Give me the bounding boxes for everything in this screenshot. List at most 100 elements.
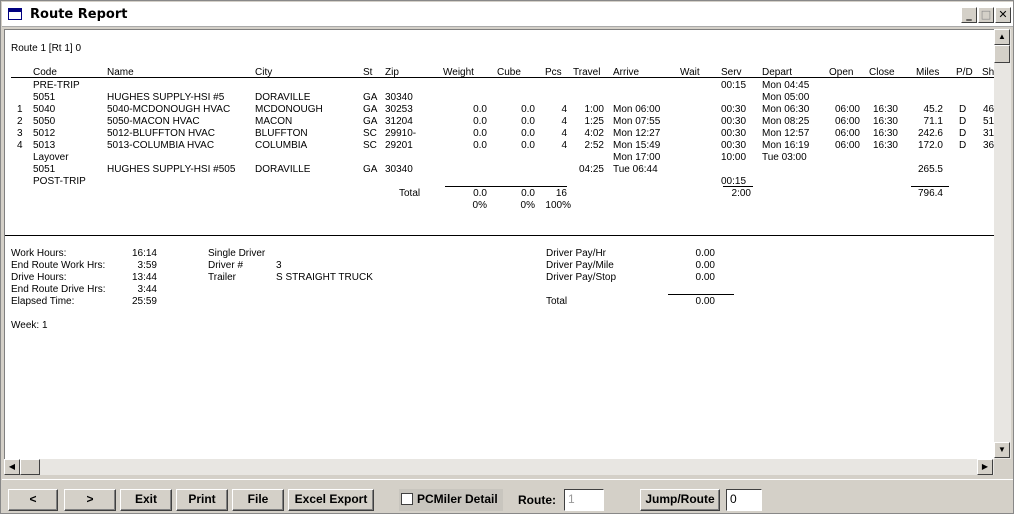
cell-city: DORAVILLE [255, 92, 311, 103]
cell-arrive: Mon 07:55 [613, 116, 661, 127]
maximize-button[interactable]: □ [978, 7, 994, 23]
summary-label: End Route Work Hrs: [11, 260, 106, 271]
route-report-window: Route Report _ □ ✕ Route 1 [Rt 1] 0 Code… [0, 0, 1014, 514]
window-icon [8, 8, 22, 20]
row-stop-number: 2 [17, 116, 23, 127]
next-button[interactable]: > [64, 489, 116, 511]
cell-cube: 0.0 [521, 128, 535, 139]
cell-sh: 31 [983, 128, 994, 139]
cell-serv: 10:00 [721, 152, 747, 163]
cell-code: Layover [33, 152, 69, 163]
cell-depart: Tue 03:00 [762, 152, 807, 163]
cell-city: BLUFFTON [255, 128, 308, 139]
cell-arrive: Tue 06:44 [613, 164, 658, 175]
trailer-value: S STRAIGHT TRUCK [276, 272, 373, 283]
horizontal-scroll-thumb[interactable] [20, 459, 40, 475]
pay-value: 0.00 [695, 272, 715, 283]
cell-weight: 0.0 [473, 140, 487, 151]
cell-city: COLUMBIA [255, 140, 308, 151]
cell-name: 5050-MACON HVAC [107, 116, 200, 127]
driver-number-label: Driver # [208, 260, 244, 271]
totals-line-serv [723, 186, 753, 187]
cell-depart: Mon 16:19 [762, 140, 810, 151]
cell-sh: 36 [983, 140, 994, 151]
pcmiler-detail-checkbox[interactable] [401, 493, 413, 505]
row-stop-number: 1 [17, 104, 23, 115]
route-label: Route: [518, 493, 556, 507]
summary-label: End Route Drive Hrs: [11, 284, 106, 295]
jump-route-input[interactable]: 0 [726, 489, 762, 511]
cell-city: MCDONOUGH [255, 104, 323, 115]
exit-button[interactable]: Exit [120, 489, 172, 511]
pay-value: 0.00 [695, 260, 715, 271]
cell-code: 5040 [33, 104, 56, 115]
cell-travel: 2:52 [584, 140, 604, 151]
cell-close: 16:30 [872, 140, 898, 151]
cell-pcs: 4 [561, 128, 567, 139]
cell-name: HUGHES SUPPLY-HSI #505 [107, 164, 236, 175]
excel-export-button[interactable]: Excel Export [288, 489, 374, 511]
cell-depart: Mon 05:00 [762, 92, 810, 103]
cell-travel: 1:25 [584, 116, 604, 127]
cell-name: HUGHES SUPPLY-HSI #5 [107, 92, 225, 103]
summary-value: 25:59 [131, 296, 157, 307]
pay-total-label: Total [546, 296, 568, 307]
cell-code: 5051 [33, 92, 56, 103]
scroll-up-icon[interactable]: ▲ [994, 29, 1010, 45]
percent-cube: 0% [520, 200, 535, 211]
close-button[interactable]: ✕ [995, 7, 1011, 23]
cell-st: GA [363, 104, 378, 115]
cell-code: POST-TRIP [33, 176, 86, 187]
cell-depart: Mon 04:45 [762, 80, 810, 91]
cell-st: GA [363, 116, 378, 127]
scroll-left-icon[interactable]: ◀ [4, 459, 20, 475]
cell-depart: Mon 08:25 [762, 116, 810, 127]
cell-arrive: Mon 12:27 [613, 128, 661, 139]
cell-miles: 242.6 [917, 128, 943, 139]
cell-zip: 30253 [385, 104, 413, 115]
cell-code: PRE-TRIP [33, 80, 80, 91]
cell-zip: 31204 [385, 116, 413, 127]
cell-travel: 04:25 [578, 164, 604, 175]
print-button[interactable]: Print [176, 489, 228, 511]
title-bar: Route Report _ □ ✕ [2, 2, 1013, 27]
minimize-button[interactable]: _ [961, 7, 977, 23]
vertical-scroll-thumb[interactable] [994, 45, 1010, 63]
cell-name: 5013-COLUMBIA HVAC [107, 140, 215, 151]
scroll-down-icon[interactable]: ▼ [994, 442, 1010, 458]
cell-code: 5050 [33, 116, 56, 127]
vertical-scrollbar[interactable]: ▲ ▼ [994, 29, 1011, 459]
cell-pd: D [959, 140, 967, 151]
prev-button[interactable]: < [8, 489, 58, 511]
totals-label: Total [399, 188, 421, 199]
cell-weight: 0.0 [473, 128, 487, 139]
scroll-right-icon[interactable]: ▶ [977, 459, 993, 475]
cell-close: 16:30 [872, 116, 898, 127]
jump-route-button[interactable]: Jump/Route [640, 489, 720, 511]
cell-pd: D [959, 116, 967, 127]
route-title: Route 1 [Rt 1] 0 [11, 43, 82, 54]
horizontal-scrollbar[interactable]: ◀ ▶ [4, 459, 994, 475]
cell-depart: Mon 12:57 [762, 128, 810, 139]
header-underline [11, 77, 994, 78]
cell-code: 5012 [33, 128, 56, 139]
row-stop-number: 4 [17, 140, 23, 151]
row-stop-number: 3 [17, 128, 23, 139]
percent-weight: 0% [472, 200, 487, 211]
file-button[interactable]: File [232, 489, 284, 511]
cell-miles: 172.0 [917, 140, 943, 151]
total-weight: 0.0 [473, 188, 487, 199]
driver-type: Single Driver [208, 248, 266, 259]
cell-serv: 00:30 [721, 104, 747, 115]
bottom-toolbar: < > Exit Print File Excel Export PCMiler… [2, 479, 1013, 513]
pay-label: Driver Pay/Mile [546, 260, 614, 271]
total-pcs: 16 [555, 188, 567, 199]
cell-zip: 29201 [385, 140, 413, 151]
cell-st: SC [363, 128, 377, 139]
pcmiler-detail-checkbox-group[interactable]: PCMiler Detail [399, 489, 503, 511]
cell-arrive: Mon 06:00 [613, 104, 661, 115]
cell-open: 06:00 [834, 128, 860, 139]
pay-value: 0.00 [695, 248, 715, 259]
cell-weight: 0.0 [473, 104, 487, 115]
route-input[interactable]: 1 [564, 489, 604, 511]
